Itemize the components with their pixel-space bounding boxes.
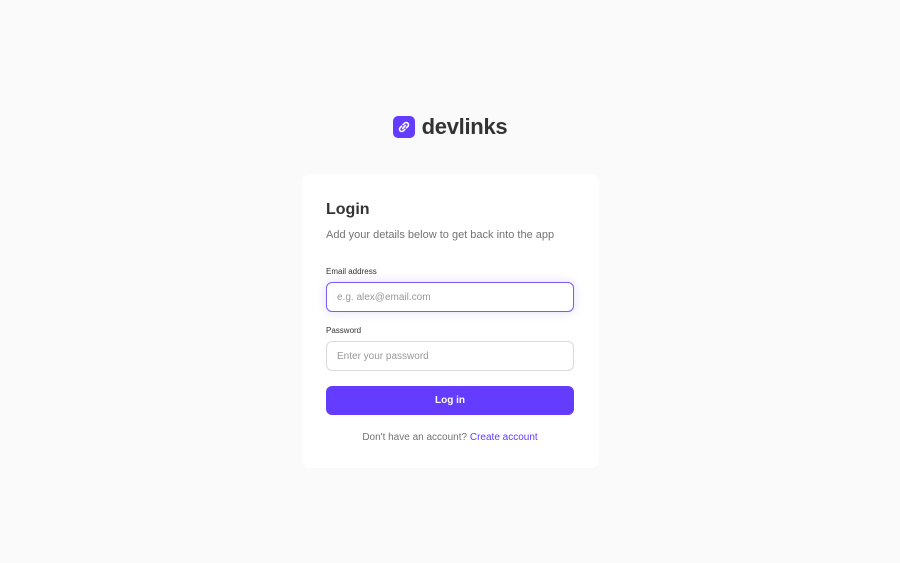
- brand-name: devlinks: [421, 114, 508, 139]
- signup-line: Don't have an account? Create account: [326, 432, 574, 444]
- signup-prompt: Don't have an account?: [362, 432, 468, 443]
- email-label: Email address: [326, 267, 377, 276]
- email-input[interactable]: [326, 282, 574, 312]
- password-label: Password: [326, 326, 362, 335]
- login-page: devlinks Login Add your details below to…: [0, 0, 900, 563]
- password-input[interactable]: [326, 341, 574, 371]
- login-title: Login: [326, 201, 370, 218]
- create-account-link[interactable]: Create account: [470, 432, 538, 443]
- login-button[interactable]: Log in: [326, 386, 574, 415]
- link-icon: [392, 116, 415, 138]
- login-subtitle: Add your details below to get back into …: [326, 229, 555, 241]
- brand-logo: devlinks: [0, 114, 900, 140]
- login-card: Login Add your details below to get back…: [302, 174, 599, 468]
